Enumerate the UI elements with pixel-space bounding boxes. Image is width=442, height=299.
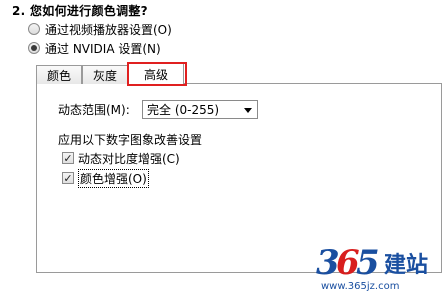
checkbox-color-enhancement[interactable]: ✓ 颜色增强(O) bbox=[62, 168, 149, 188]
highlight-box bbox=[127, 62, 187, 86]
svg-text:建站: 建站 bbox=[384, 253, 428, 278]
checkbox-label: 颜色增强(O) bbox=[78, 168, 149, 188]
dynamic-range-value: 完全 (0-255) bbox=[147, 103, 220, 117]
tab-label: 颜色 bbox=[46, 68, 71, 83]
svg-text:5: 5 bbox=[356, 243, 380, 280]
checkbox-checked[interactable]: ✓ bbox=[62, 172, 74, 184]
watermark-logo: 3 6 5 建站 bbox=[316, 243, 428, 280]
section-heading: 2. 您如何进行颜色调整? bbox=[12, 4, 148, 18]
radio-video-player-settings[interactable]: 通过视频播放器设置(O) bbox=[28, 21, 172, 37]
checkbox-dynamic-contrast[interactable]: ✓ 动态对比度增强(C) bbox=[62, 150, 180, 166]
radio-button[interactable] bbox=[28, 23, 40, 35]
tab-color[interactable]: 颜色 bbox=[36, 65, 82, 84]
watermark-url: www.365jz.com bbox=[321, 281, 400, 292]
dynamic-range-label: 动态范围(M): bbox=[58, 103, 130, 117]
radio-label: 通过 NVIDIA 设置(N) bbox=[45, 41, 161, 56]
radio-button-selected[interactable] bbox=[28, 42, 40, 54]
apply-settings-label: 应用以下数字图象改善设置 bbox=[58, 133, 203, 147]
dynamic-range-select[interactable]: 完全 (0-255) bbox=[142, 100, 258, 119]
tab-grayscale[interactable]: 灰度 bbox=[82, 65, 128, 84]
chevron-down-icon bbox=[244, 108, 252, 113]
checkbox-checked[interactable]: ✓ bbox=[62, 152, 74, 164]
checkbox-label: 动态对比度增强(C) bbox=[78, 151, 180, 166]
radio-label: 通过视频播放器设置(O) bbox=[45, 22, 172, 37]
radio-nvidia-settings[interactable]: 通过 NVIDIA 设置(N) bbox=[28, 40, 161, 56]
tab-label: 灰度 bbox=[92, 68, 117, 83]
